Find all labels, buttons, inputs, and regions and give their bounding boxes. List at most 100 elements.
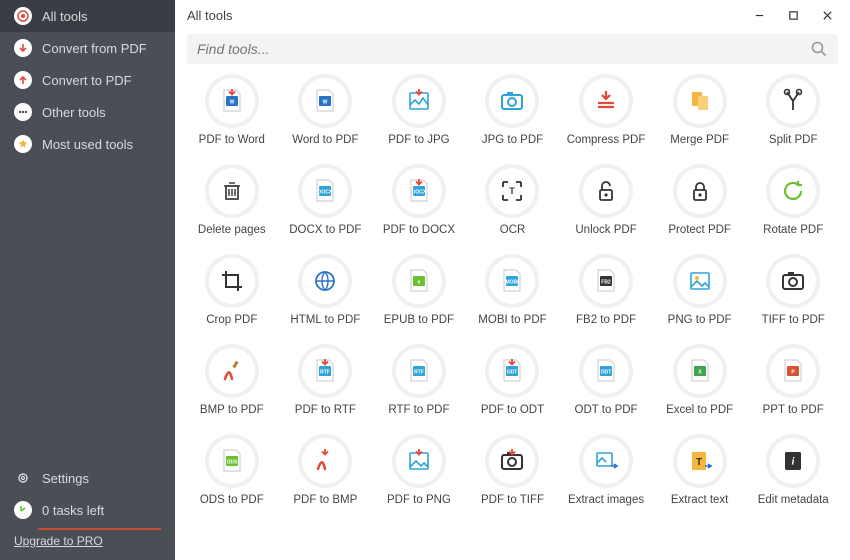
tool-label: Crop PDF [206, 314, 257, 326]
word-down-icon: W [205, 74, 259, 128]
sidebar-item-other-tools[interactable]: Other tools [0, 96, 175, 128]
tool-excel-to-pdf[interactable]: X Excel to PDF [655, 344, 745, 416]
tool-merge-pdf[interactable]: Merge PDF [655, 74, 745, 146]
tool-mobi-to-pdf[interactable]: MOBI MOBI to PDF [468, 254, 558, 326]
tool-pdf-to-rtf[interactable]: RTF PDF to RTF [281, 344, 371, 416]
tool-extract-images[interactable]: Extract images [561, 434, 651, 506]
lock-icon [673, 164, 727, 218]
minimize-button[interactable] [742, 4, 776, 26]
tool-label: PDF to Word [199, 134, 265, 146]
tool-html-to-pdf[interactable]: HTML to PDF [281, 254, 371, 326]
tool-label: PNG to PDF [668, 314, 732, 326]
tool-unlock-pdf[interactable]: Unlock PDF [561, 164, 651, 236]
png-icon [673, 254, 727, 308]
tool-ocr[interactable]: T OCR [468, 164, 558, 236]
png-down-icon [392, 434, 446, 488]
maximize-button[interactable] [776, 4, 810, 26]
sidebar-item-convert-to-pdf[interactable]: Convert to PDF [0, 64, 175, 96]
svg-text:T: T [510, 186, 516, 196]
tool-rtf-to-pdf[interactable]: RTF RTF to PDF [374, 344, 464, 416]
sidebar-item-settings[interactable]: Settings [0, 462, 175, 494]
tool-epub-to-pdf[interactable]: e EPUB to PDF [374, 254, 464, 326]
tool-pdf-to-word[interactable]: W PDF to Word [187, 74, 277, 146]
tool-label: Merge PDF [670, 134, 729, 146]
excel-icon: X [673, 344, 727, 398]
tool-label: PDF to PNG [387, 494, 451, 506]
tool-fb2-to-pdf[interactable]: FB2 FB2 to PDF [561, 254, 651, 326]
tool-rotate-pdf[interactable]: Rotate PDF [748, 164, 838, 236]
sidebar-item-tasks[interactable]: 0 tasks left [0, 494, 175, 526]
tool-delete-pages[interactable]: Delete pages [187, 164, 277, 236]
settings-label: Settings [42, 471, 89, 486]
tool-label: BMP to PDF [200, 404, 264, 416]
sidebar-item-all-tools[interactable]: All tools [0, 0, 175, 32]
word-up-icon: W [298, 74, 352, 128]
rotate-icon [766, 164, 820, 218]
tool-label: Split PDF [769, 134, 818, 146]
tool-odt-to-pdf[interactable]: ODT ODT to PDF [561, 344, 651, 416]
tool-pdf-to-png[interactable]: PDF to PNG [374, 434, 464, 506]
svg-text:W: W [323, 100, 328, 106]
search-bar[interactable] [187, 34, 838, 64]
tool-label: Word to PDF [292, 134, 358, 146]
upgrade-link[interactable]: Upgrade to PRO [14, 534, 175, 548]
search-input[interactable] [197, 41, 810, 57]
tool-protect-pdf[interactable]: Protect PDF [655, 164, 745, 236]
tool-docx-to-pdf[interactable]: DOCX DOCX to PDF [281, 164, 371, 236]
trash-icon [205, 164, 259, 218]
tool-word-to-pdf[interactable]: W Word to PDF [281, 74, 371, 146]
tool-pdf-to-bmp[interactable]: PDF to BMP [281, 434, 371, 506]
tool-pdf-to-odt[interactable]: ODT PDF to ODT [468, 344, 558, 416]
unlock-icon [579, 164, 633, 218]
tool-extract-text[interactable]: T Extract text [655, 434, 745, 506]
tool-label: Delete pages [198, 224, 266, 236]
tool-label: EPUB to PDF [384, 314, 454, 326]
tool-tiff-to-pdf[interactable]: TIFF to PDF [748, 254, 838, 326]
tool-pdf-to-jpg[interactable]: PDF to JPG [374, 74, 464, 146]
compress-icon [579, 74, 633, 128]
fb2-icon: FB2 [579, 254, 633, 308]
sidebar: All tools Convert from PDF Convert to PD… [0, 0, 175, 560]
tool-label: PPT to PDF [763, 404, 824, 416]
tool-jpg-to-pdf[interactable]: JPG to PDF [468, 74, 558, 146]
rtf-down-icon: RTF [298, 344, 352, 398]
tool-label: FB2 to PDF [576, 314, 636, 326]
crop-icon [205, 254, 259, 308]
tool-ods-to-pdf[interactable]: ODS ODS to PDF [187, 434, 277, 506]
tool-pdf-to-docx[interactable]: DOCX PDF to DOCX [374, 164, 464, 236]
tool-label: Unlock PDF [575, 224, 636, 236]
tool-bmp-to-pdf[interactable]: BMP to PDF [187, 344, 277, 416]
svg-text:RTF: RTF [320, 370, 330, 376]
dots-icon [14, 103, 32, 121]
sidebar-item-label: Most used tools [42, 137, 133, 152]
tool-ppt-to-pdf[interactable]: P PPT to PDF [748, 344, 838, 416]
bmp-icon [205, 344, 259, 398]
tool-split-pdf[interactable]: Split PDF [748, 74, 838, 146]
main-panel: All tools W PDF to Word W Word to PDF PD… [175, 0, 850, 560]
tool-pdf-to-tiff[interactable]: PDF to TIFF [468, 434, 558, 506]
tool-label: PDF to JPG [388, 134, 449, 146]
tool-label: RTF to PDF [388, 404, 449, 416]
tasks-icon [14, 501, 32, 519]
tool-label: ODT to PDF [575, 404, 638, 416]
close-button[interactable] [810, 4, 844, 26]
svg-text:ODT: ODT [507, 370, 518, 376]
tool-label: HTML to PDF [290, 314, 360, 326]
tool-label: JPG to PDF [482, 134, 543, 146]
tool-label: Extract images [568, 494, 644, 506]
sidebar-item-convert-from-pdf[interactable]: Convert from PDF [0, 32, 175, 64]
svg-text:RTF: RTF [414, 370, 424, 376]
sidebar-item-label: Convert to PDF [42, 73, 132, 88]
metadata-icon: i [766, 434, 820, 488]
tool-crop-pdf[interactable]: Crop PDF [187, 254, 277, 326]
tool-edit-metadata[interactable]: i Edit metadata [748, 434, 838, 506]
page-title: All tools [187, 8, 742, 23]
tool-compress-pdf[interactable]: Compress PDF [561, 74, 651, 146]
svg-text:e: e [418, 280, 421, 286]
tool-png-to-pdf[interactable]: PNG to PDF [655, 254, 745, 326]
sidebar-item-most-used[interactable]: Most used tools [0, 128, 175, 160]
sidebar-item-label: All tools [42, 9, 88, 24]
tasks-progress-bar [38, 528, 161, 530]
tool-label: PDF to TIFF [481, 494, 544, 506]
sidebar-item-label: Other tools [42, 105, 106, 120]
